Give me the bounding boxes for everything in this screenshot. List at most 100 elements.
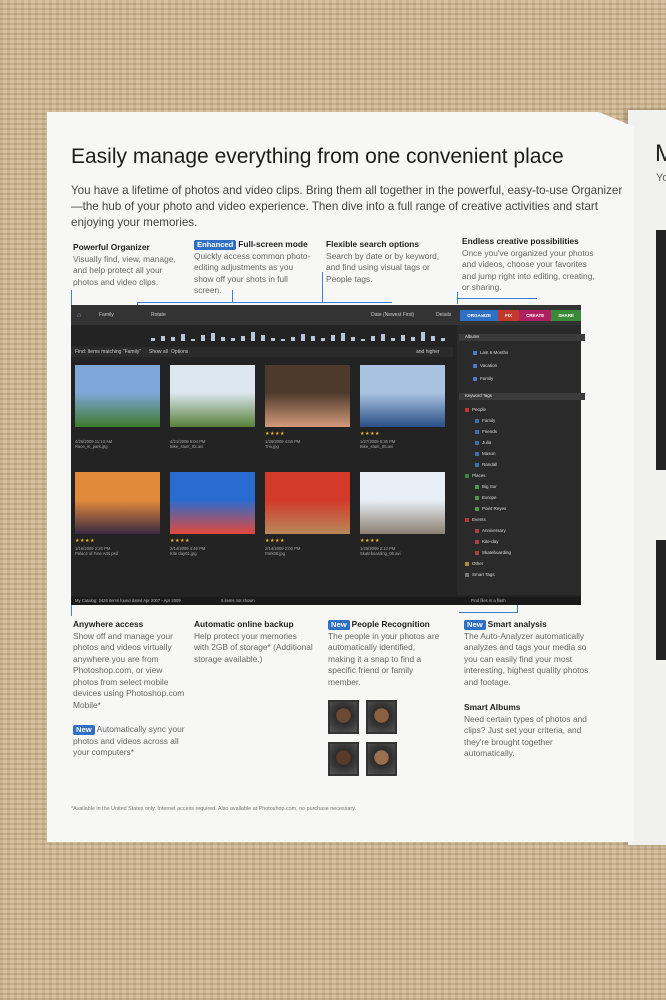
keyword-tag: Smart Tags [465,572,495,577]
timeline-bar [371,336,375,341]
feature-powerful-organizer: Powerful Organizer Visually find, view, … [73,242,183,288]
options-label: Options [171,349,189,355]
keyword-tag: Other [465,561,483,566]
tab-organize: ORGANIZE [460,310,499,321]
next-page-image-fragment [656,540,666,660]
photo-thumbnail [360,365,445,427]
album-icon [473,350,477,355]
feature-text: Need certain types of photos and clips? … [464,713,587,759]
keyword-tag: Events [465,517,486,522]
timeline-bar [391,338,395,341]
tag-icon [475,451,479,456]
feature-smart-albums: Smart Albums Need certain types of photo… [464,702,599,760]
timeline-bar [311,336,315,341]
keyword-tag: Anniversary [475,528,506,533]
footnote: *Available in the United States only. In… [71,806,356,812]
feature-full-screen-mode: Enhanced Full-screen mode Quickly access … [194,239,312,297]
timeline-histogram [151,329,451,341]
tab-fix: FIX [498,310,520,321]
timeline-bar [201,335,205,341]
face-thumbnail [328,742,359,776]
photo-tile: 4/21/2009 5:04 PM Bike_stunt_02.avi [170,365,260,449]
organizer-screenshot: ⌂ Family Rotate Date (Newest First) Deta… [71,305,585,605]
keyword-tag: Friends [475,429,497,434]
photo-filename: Park06.jpg [265,551,286,556]
feature-auto-sync: New Automatically sync your photos and vi… [73,724,188,759]
albums-header: Albums [459,334,585,341]
timeline-bar [401,335,405,341]
feature-title: Smart analysis [487,619,547,629]
timeline-bar [291,337,295,341]
organizer-panel: Albums Keyword Tags Last 6 Months Vacatio… [457,325,585,595]
star-rating [170,431,260,439]
brochure-page: Easily manage everything from one conven… [47,112,634,842]
feature-text: Show off and manage your photos and vide… [73,630,185,710]
timeline-bar [221,337,225,341]
photo-thumbnail [170,472,255,534]
feature-online-backup: Automatic online backup Help protect you… [194,619,314,665]
tag-icon [465,572,469,577]
feature-smart-analysis: New Smart analysis The Auto-Analyzer auto… [464,619,599,688]
find-bar: Find: Items matching "Family" Show all O… [71,347,453,357]
page-title: Easily manage everything from one conven… [71,145,564,168]
tab-create: CREATE [519,310,552,321]
status-mid: 5 items not shown [221,598,255,603]
star-rating [75,431,165,439]
new-badge: New [328,620,350,630]
feature-text: Help protect your memories with 2GB of s… [194,630,313,664]
timeline-bar [331,335,335,341]
tag-icon [475,418,479,423]
feature-title: Endless creative possibilities [462,236,579,246]
photo-tile: ★★★★ 1/27/2009 6:35 PM Bike_stunt_05.avi [360,365,450,449]
keyword-tag: Family [475,418,495,423]
feature-text: The people in your photos are automatica… [328,630,440,687]
photo-filename: Race_in_park.jpg [75,444,108,449]
timeline-bar [181,334,185,341]
feature-title: People Recognition [351,619,430,629]
callout-line [137,302,292,303]
photo-filename: Bike_stunt_02.avi [170,444,204,449]
album-item: Vacation [473,363,497,368]
feature-title: Smart Albums [464,702,521,712]
keyword-tag: Big Sur [475,484,497,489]
photo-filename: Bike_stunt_05.avi [360,444,394,449]
timeline-bar [301,334,305,341]
feature-people-recognition: New People Recognition The people in your… [328,619,443,688]
photo-tile: ★★★★ 1/26/2009 4:56 PM Trio.jpg [265,365,355,449]
new-badge: New [73,725,95,735]
photo-thumbnail [265,472,350,534]
keyword-tag: Mason [475,451,496,456]
album-item: Last 6 Months [473,350,508,355]
photo-thumbnail [75,365,160,427]
tag-icon [475,506,479,511]
intro-paragraph: You have a lifetime of photos and video … [71,184,623,229]
timeline-bar [381,334,385,341]
tag-icon [475,462,479,467]
sort-label: Date (Newest First) [371,312,415,318]
photo-tile: 4/26/2009 11:13 AM Race_in_park.jpg [75,365,165,449]
feature-anywhere-access: Anywhere access Show off and manage your… [73,619,188,711]
tag-icon [475,429,479,434]
details-label: Details [436,312,452,318]
tag-icon [475,440,479,445]
keyword-tag: Randall [475,462,497,467]
status-left: My Catalog: 2426 items found dated Apr 2… [75,598,181,603]
timeline-bar [241,336,245,341]
photo-thumbnail [265,365,350,427]
new-badge: New [464,620,486,630]
status-right: Find files in a flash [471,598,506,603]
next-page-text-fragment: Yo [656,172,666,184]
find-label: Find: Items matching "Family" [75,349,142,355]
callout-line [322,272,323,302]
timeline-bar [431,336,435,341]
callout-line [459,612,518,613]
keyword-tags-header: Keyword Tags [459,393,585,400]
star-rating: ★★★★ [265,431,285,437]
timeline-bar [251,332,255,341]
timeline-bar [321,338,325,341]
feature-text: Visually find, view, manage, and help pr… [73,253,176,287]
album-item: Family [473,376,493,381]
timeline-bar [231,338,235,341]
home-icon: ⌂ [77,312,82,319]
photo-tile: ★★★★ 1/25/2009 2:12 PM Skateboarding_06.av… [360,472,450,556]
